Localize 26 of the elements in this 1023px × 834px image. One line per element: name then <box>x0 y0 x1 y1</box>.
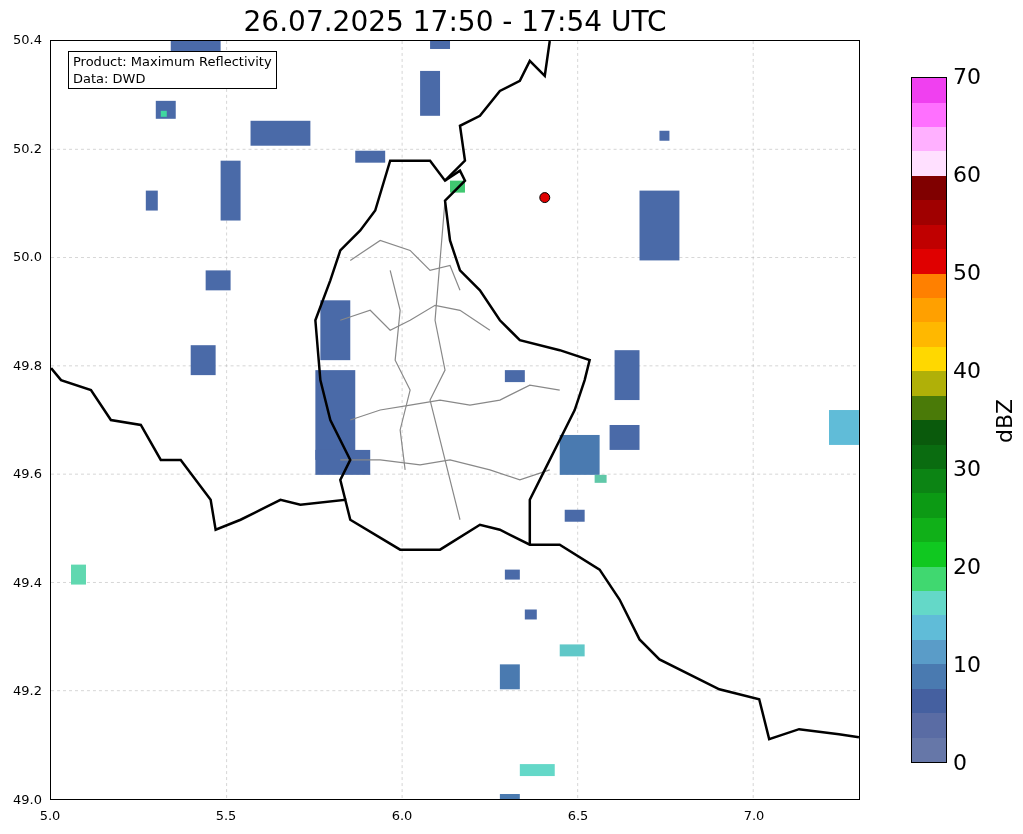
colorbar-tick-label: 40 <box>953 358 981 384</box>
y-tick-label: 49.6 <box>13 466 42 483</box>
info-text: Data: DWD <box>73 70 147 87</box>
x-tick-label: 5.5 <box>214 808 238 824</box>
x-tick-label: 5.0 <box>38 808 62 824</box>
colorbar-tick-label: 70 <box>953 64 981 90</box>
y-tick-label: 49.2 <box>13 683 42 700</box>
x-tick-label: 6.0 <box>390 808 414 824</box>
y-tick-label: 49.0 <box>13 792 42 808</box>
colorbar-tick-label: 60 <box>953 162 981 188</box>
colorbar-tick-label: 50 <box>953 260 981 286</box>
y-tick-label: 50.4 <box>13 32 42 48</box>
y-tick-label: 50.2 <box>13 140 42 157</box>
colorbar-tick-label: 20 <box>953 554 981 580</box>
colorbar-tick-label: 0 <box>953 750 967 776</box>
y-tick-label: 49.4 <box>13 574 42 591</box>
y-tick-label: 49.8 <box>13 357 42 374</box>
x-tick-label: 7.0 <box>742 808 766 824</box>
chart-title: 26.07.2025 17:50 - 17:54 UTC <box>242 4 668 40</box>
colorbar-label: dBZ <box>991 398 1018 444</box>
colorbar-tick-label: 30 <box>953 456 981 482</box>
colorbar-tick-label: 10 <box>953 652 981 678</box>
y-tick-label: 50.0 <box>13 249 42 266</box>
x-tick-label: 6.5 <box>566 808 590 824</box>
info-text: Product: Maximum Reflectivity <box>73 53 272 70</box>
location-marker-icon <box>539 192 551 204</box>
